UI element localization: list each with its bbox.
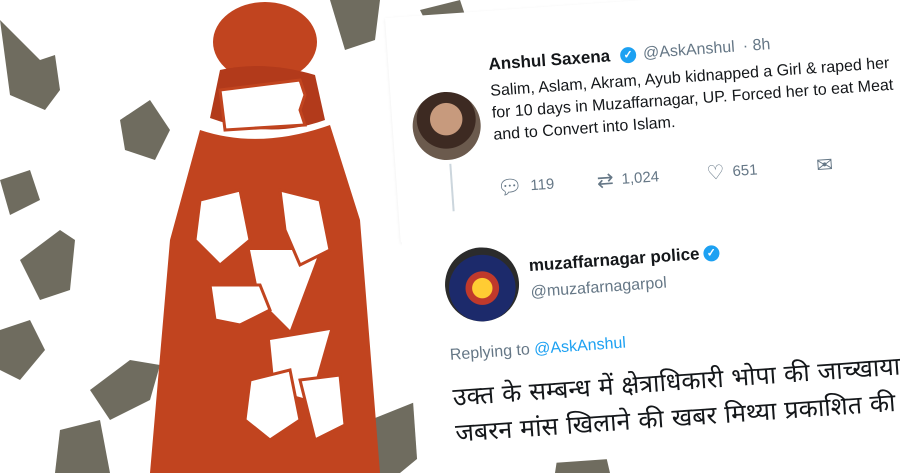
retweet-button[interactable]: ⇄ 1,024 xyxy=(596,164,660,193)
reply-button[interactable]: 💬︎ 119 xyxy=(496,172,555,201)
like-button[interactable]: ♡ 651 xyxy=(706,157,759,185)
message-icon: ✉ xyxy=(815,154,834,178)
author-name[interactable]: Anshul Saxena xyxy=(488,46,611,74)
like-icon: ♡ xyxy=(705,161,726,185)
avatar[interactable] xyxy=(410,89,483,163)
author-handle[interactable]: @AskAnshul xyxy=(643,39,736,63)
like-count: 651 xyxy=(731,161,759,181)
replying-to: Replying to @AskAnshul xyxy=(449,335,626,365)
verified-icon: ✓ xyxy=(619,46,637,64)
verified-icon: ✓ xyxy=(702,244,720,262)
message-button[interactable]: ✉ xyxy=(815,152,834,178)
retweet-count: 1,024 xyxy=(621,168,660,188)
avatar[interactable] xyxy=(442,244,522,324)
replying-handle[interactable]: @AskAnshul xyxy=(534,335,627,358)
author-handle[interactable]: @muzafarnagarpol xyxy=(530,275,667,302)
reply-icon: 💬︎ xyxy=(496,175,524,200)
tweet-time: · 8h xyxy=(742,36,771,56)
tweet-card-police[interactable]: muzaffarnagar police ✓ @muzafarnagarpol … xyxy=(400,180,900,473)
author-name[interactable]: muzaffarnagar police xyxy=(528,244,700,276)
replying-label: Replying to xyxy=(449,341,531,364)
chevron-down-icon[interactable]: ⌄ xyxy=(854,0,871,4)
retweet-icon: ⇄ xyxy=(596,169,615,193)
reply-count: 119 xyxy=(529,175,555,195)
tweet-text: उक्त के सम्बन्ध में क्षेत्राधिकारी भोपा … xyxy=(452,347,900,452)
